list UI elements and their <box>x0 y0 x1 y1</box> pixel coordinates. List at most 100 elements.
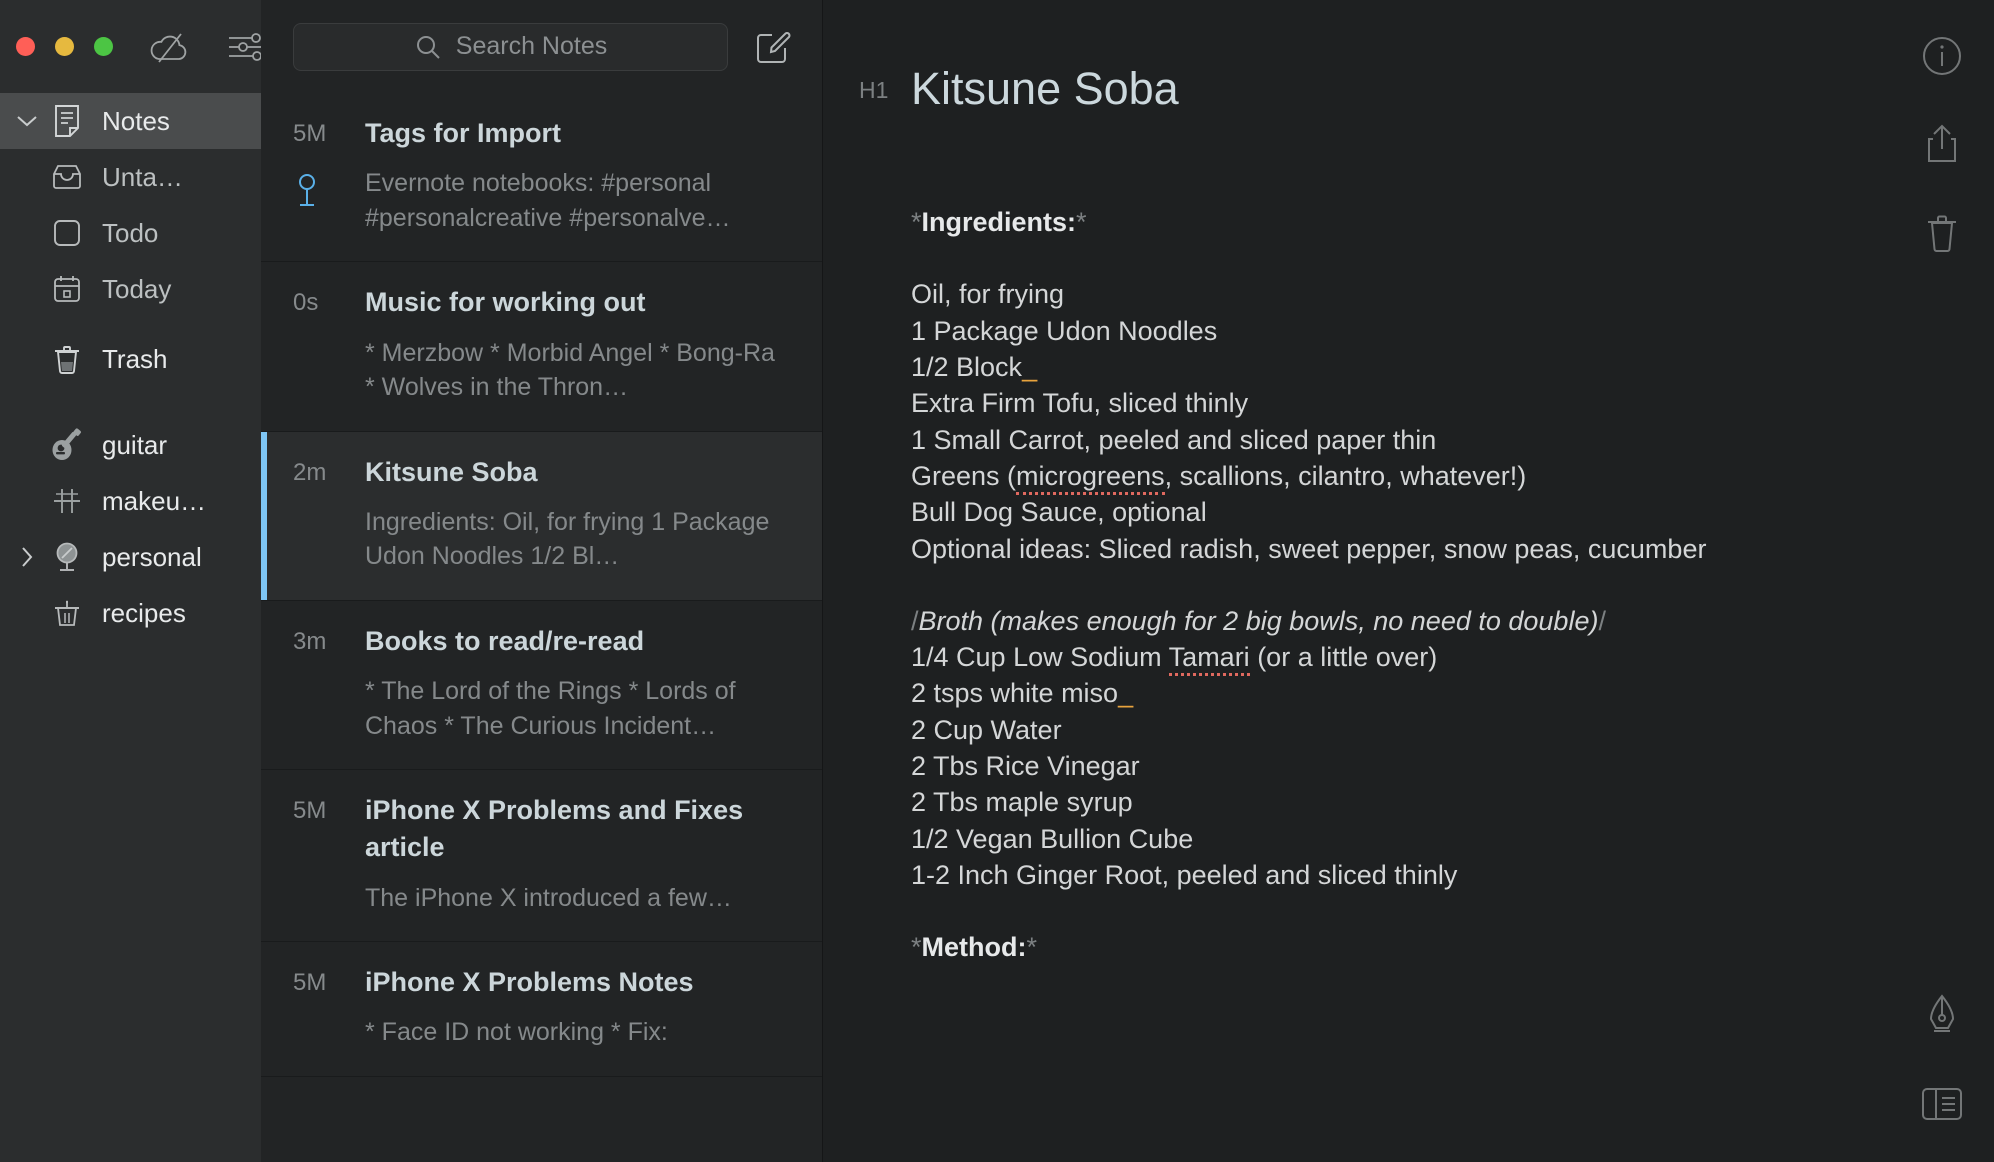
note-list-header: Search Notes <box>261 0 822 93</box>
note-line: Extra Firm Tofu, sliced thinly <box>911 388 1249 419</box>
note-meta: 3m <box>293 623 365 743</box>
note-line: 1 Small Carrot, peeled and sliced paper … <box>911 424 1437 455</box>
note-preview: * Face ID not working * Fix: <box>365 1018 668 1047</box>
note-line: 1/2 Vegan Bullion Cube <box>911 823 1194 854</box>
note-meta: 5M <box>293 964 365 1050</box>
makeup-icon <box>44 485 90 517</box>
markdown-marker: _ <box>1022 351 1038 382</box>
note-meta: 2m <box>293 454 365 574</box>
note-list-pane: Search Notes 5M Tags for Import Evernote… <box>261 0 823 1162</box>
pen-nib-icon[interactable] <box>1912 986 1972 1046</box>
sidebar-item-todo[interactable]: Todo <box>0 205 261 261</box>
note-title: Tags for Import <box>365 118 562 148</box>
note-content: iPhone X Problems and Fixes article The … <box>365 792 790 915</box>
sidebar-item-label: recipes <box>102 597 186 628</box>
note-line: 1/4 Cup Low Sodium Tamari (or a little o… <box>911 639 1994 677</box>
note-line: /Broth (makes enough for 2 big bowls, no… <box>911 605 1606 636</box>
note-content: Kitsune Soba Ingredients: Oil, for fryin… <box>365 454 790 574</box>
note-preview: * The Lord of the Rings * Lords of Chaos… <box>365 677 736 740</box>
sidebar-item-today[interactable]: Today <box>0 261 261 317</box>
note-meta: 5M <box>293 792 365 915</box>
pot-icon <box>44 597 90 629</box>
note-icon <box>44 104 90 138</box>
sidebar-item-guitar[interactable]: guitar <box>0 417 261 473</box>
editor-content: H1 Kitsune Soba *Ingredients:* Oil, for f… <box>823 0 1994 966</box>
maximize-window-button[interactable] <box>94 37 113 56</box>
sidebar-item-label: personal <box>102 541 202 572</box>
sidebar-item-notes[interactable]: Notes <box>0 93 261 149</box>
minimize-window-button[interactable] <box>55 37 74 56</box>
sidebar-item-untagged[interactable]: Unta… <box>0 149 261 205</box>
sidebar: Notes Unta… Todo Today Trash guitar make… <box>0 0 263 1162</box>
sliders-icon[interactable] <box>227 31 263 63</box>
search-input[interactable]: Search Notes <box>293 22 728 71</box>
sidebar-item-trash[interactable]: Trash <box>0 331 261 387</box>
sidebar-item-label: Todo <box>102 217 159 248</box>
sidebar-item-label: guitar <box>102 429 168 460</box>
note-preview: Ingredients: Oil, for frying 1 Package U… <box>365 507 770 571</box>
note-line: 1-2 Inch Ginger Root, peeled and sliced … <box>911 860 1458 890</box>
editor-pane[interactable]: H1 Kitsune Soba *Ingredients:* Oil, for f… <box>823 0 1994 1162</box>
trash-icon[interactable] <box>1912 202 1972 262</box>
sidebar-item-label: Trash <box>102 343 168 374</box>
note-time: 5M <box>293 120 327 147</box>
sidebar-item-label: makeu… <box>102 485 207 516</box>
spellcheck-word: microgreens <box>1016 460 1165 495</box>
sidebar-list: Notes Unta… Todo Today Trash guitar make… <box>0 93 261 1162</box>
note-line: 2 tsps white miso_ <box>911 678 1134 709</box>
sidebar-item-recipes[interactable]: recipes <box>0 585 261 641</box>
search-icon <box>414 33 442 61</box>
table-row[interactable]: 3m Books to read/re-read * The Lord of t… <box>261 601 822 770</box>
note-body[interactable]: *Ingredients:* Oil, for frying 1 Package U… <box>823 116 1994 966</box>
note-line: 1/2 Block_ <box>911 351 1038 382</box>
note-body-lines: *Ingredients:* Oil, for frying 1 Package U… <box>911 168 1994 966</box>
chevron-right-icon[interactable] <box>10 545 44 569</box>
note-preview: * Merzbow * Morbid Angel * Bong-Ra * Wol… <box>365 338 775 402</box>
calendar-icon <box>44 274 90 304</box>
note-line: Bull Dog Sauce, optional <box>911 497 1207 528</box>
note-line: Oil, for frying <box>911 279 1065 310</box>
chevron-down-icon[interactable] <box>10 114 44 128</box>
compose-icon[interactable] <box>750 24 796 70</box>
app-window: Notes Unta… Todo Today Trash guitar make… <box>0 0 1994 1162</box>
split-view-icon[interactable] <box>1912 1074 1972 1134</box>
note-time: 5M <box>293 797 327 824</box>
trash-icon <box>44 343 90 375</box>
note-content: Tags for Import Evernote notebooks: #per… <box>365 115 790 235</box>
note-line: 2 Cup Water <box>911 714 1062 745</box>
cloud-off-icon[interactable] <box>147 30 191 64</box>
sidebar-item-personal[interactable]: personal <box>0 529 261 585</box>
note-title: Kitsune Soba <box>365 456 538 487</box>
table-row[interactable]: 5M iPhone X Problems and Fixes article T… <box>261 770 822 942</box>
table-row[interactable]: 5M iPhone X Problems Notes * Face ID not… <box>261 942 822 1077</box>
search-placeholder: Search Notes <box>455 32 608 60</box>
table-row[interactable]: 5M Tags for Import Evernote notebooks: #… <box>261 93 822 263</box>
inbox-icon <box>44 163 90 191</box>
note-time: 3m <box>293 627 327 655</box>
checkbox-icon <box>44 218 90 248</box>
mirror-icon <box>44 541 90 573</box>
titlebar-icons <box>147 30 263 64</box>
table-row[interactable]: 2m Kitsune Soba Ingredients: Oil, for fr… <box>261 431 822 601</box>
right-toolbar-bottom <box>1912 986 1972 1134</box>
pin-icon <box>296 171 318 211</box>
info-icon[interactable] <box>1912 26 1972 86</box>
note-meta: 5M <box>293 115 365 235</box>
close-window-button[interactable] <box>16 37 35 56</box>
guitar-icon <box>44 428 90 462</box>
sidebar-item-label: Unta… <box>102 161 183 192</box>
note-list-body[interactable]: 5M Tags for Import Evernote notebooks: #… <box>261 93 822 1162</box>
note-time: 2m <box>293 458 327 486</box>
sidebar-item-makeup[interactable]: makeu… <box>0 473 261 529</box>
share-icon[interactable] <box>1912 114 1972 174</box>
sidebar-item-label: Notes <box>102 105 170 136</box>
note-content: Books to read/re-read * The Lord of the … <box>365 623 790 743</box>
note-title: Music for working out <box>365 287 646 318</box>
heading-level-marker: H1 <box>859 77 889 103</box>
table-row[interactable]: 0s Music for working out * Merzbow * Mor… <box>261 262 822 432</box>
note-time: 5M <box>293 969 327 996</box>
